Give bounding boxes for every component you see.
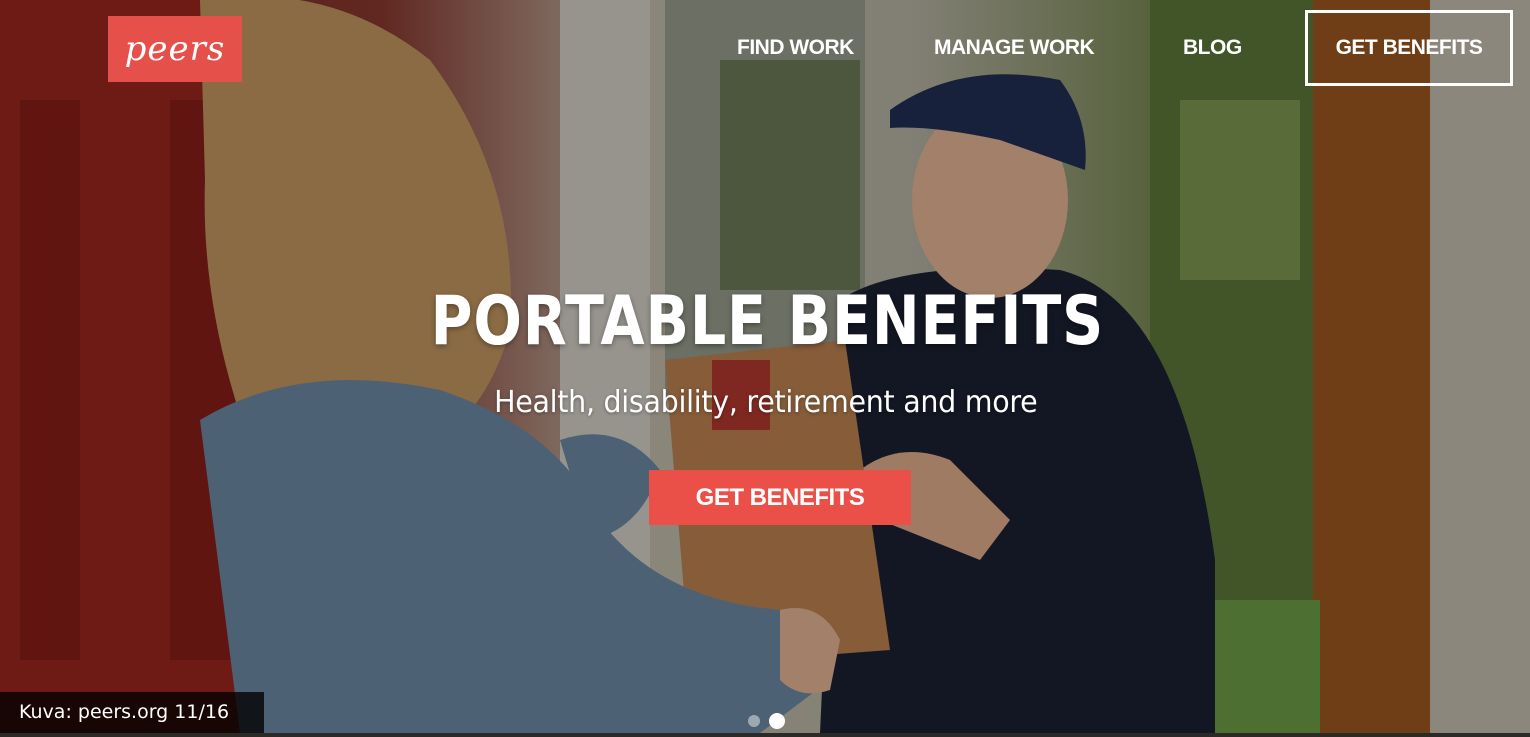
hero-section [0, 0, 1530, 733]
slide-indicators [748, 713, 785, 737]
nav-manage-work[interactable]: MANAGE WORK [934, 36, 1095, 60]
nav-get-benefits-button[interactable]: GET BENEFITS [1305, 10, 1513, 86]
slide-dot-1[interactable] [748, 715, 760, 727]
get-benefits-button[interactable]: GET BENEFITS [649, 470, 911, 525]
nav-find-work[interactable]: FIND WORK [737, 36, 854, 60]
slide-dot-2[interactable] [769, 713, 785, 729]
top-navigation: FIND WORK MANAGE WORK BLOG GET BENEFITS [0, 0, 1530, 96]
image-caption: Kuva: peers.org 11/16 [0, 692, 264, 733]
dark-overlay [0, 0, 1530, 733]
hero-subheadline: Health, disability, retirement and more [494, 385, 1038, 420]
nav-blog[interactable]: BLOG [1183, 36, 1242, 60]
hero-headline: PORTABLE BENEFITS [430, 282, 1105, 361]
